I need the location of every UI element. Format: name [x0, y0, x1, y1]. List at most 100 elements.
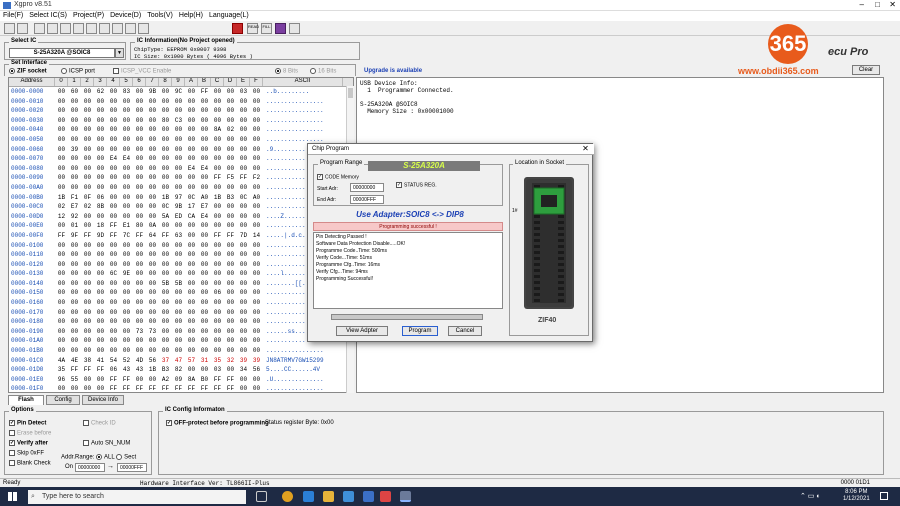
- end-adr-field[interactable]: 00000FFF: [350, 195, 384, 204]
- menu-item-0[interactable]: File(F): [3, 12, 23, 19]
- hex-row[interactable]: 0000-0060 00 39 00 00 00 00 00 00 00 00 00 00 00 00 00 0…: [9, 145, 353, 155]
- hex-row[interactable]: 0000-0100 00 00 00 00 00 00 00 00 00 00 00 00 00 00 00 0…: [9, 241, 353, 251]
- hex-row[interactable]: 0000-00D0 12 92 00 00 00 00 00 00 5A ED CA E4 00 00 00 0…: [9, 212, 353, 222]
- verify-icon[interactable]: [60, 23, 71, 34]
- addr-to-field[interactable]: 00000FFF: [117, 463, 147, 472]
- windows-start-icon[interactable]: [8, 492, 17, 501]
- hex-row[interactable]: 0000-01A0 00 00 00 00 00 00 00 00 00 00 00 00 00 00 00 0…: [9, 336, 353, 346]
- tab-device-info[interactable]: Device Info: [82, 395, 124, 405]
- tab-flash[interactable]: Flash: [8, 395, 44, 405]
- off-protect-checkbox[interactable]: ✓ OFF-protect before programming: [166, 420, 269, 427]
- hex-row[interactable]: 0000-0030 00 00 00 00 00 00 00 00 80 C3 00 00 00 00 00 0…: [9, 116, 353, 126]
- addr-from-field[interactable]: 00000000: [75, 463, 105, 472]
- read-data-icon[interactable]: READ: [247, 23, 259, 34]
- erase-icon[interactable]: [86, 23, 97, 34]
- hex-row[interactable]: 0000-0130 00 00 00 00 6C 9E 00 00 00 00 00 00 00 00 00 0…: [9, 269, 353, 279]
- scroll-thumb[interactable]: [348, 88, 353, 98]
- menu-item-2[interactable]: Project(P): [73, 12, 104, 19]
- hex-editor[interactable]: Address 0 1 2 3 4 5 6 7 8 9 A B C D E F ASCII 0000-0000 00…: [8, 77, 354, 393]
- hex-row[interactable]: 0000-00C0 02 E7 02 8B 00 00 00 00 0C 9B 17 E7 00 00 00 0…: [9, 202, 353, 212]
- hex-row[interactable]: 0000-0110 00 00 00 00 00 00 00 00 00 00 00 00 00 00 00 0…: [9, 250, 353, 260]
- chip-icon[interactable]: [34, 23, 45, 34]
- hex-row[interactable]: 0000-0070 00 00 00 00 E4 E4 00 00 00 00 00 00 00 00 00 0…: [9, 154, 353, 164]
- hex-row[interactable]: 0000-00A0 00 00 00 00 00 00 00 00 00 00 00 00 00 00 00 0…: [9, 183, 353, 193]
- blank-check-checkbox[interactable]: Blank Check: [9, 460, 51, 467]
- maximize-icon[interactable]: □: [875, 0, 880, 9]
- folder-icon[interactable]: [323, 491, 334, 502]
- menu-item-1[interactable]: Select IC(S): [29, 12, 67, 19]
- select-ic-combo[interactable]: S-25A320A @SOIC8: [9, 48, 115, 58]
- cancel-button[interactable]: Cancel: [448, 326, 482, 336]
- hex-row[interactable]: 0000-0010 00 00 00 00 00 00 00 00 00 00 00 00 00 00 00 0…: [9, 97, 353, 107]
- menu-item-4[interactable]: Tools(V): [147, 12, 173, 19]
- id-icon[interactable]: [125, 23, 136, 34]
- blank-icon[interactable]: [99, 23, 110, 34]
- save-icon[interactable]: [17, 23, 28, 34]
- bits16-radio[interactable]: 16 Bits: [310, 68, 336, 75]
- hex-row[interactable]: 0000-0020 00 00 00 00 00 00 00 00 00 00 00 00 00 00 00 0…: [9, 106, 353, 116]
- hex-row[interactable]: 0000-0120 00 00 00 00 00 00 00 00 00 00 00 00 00 00 00 0…: [9, 260, 353, 270]
- hex-row[interactable]: 0000-0190 00 00 00 00 00 00 73 73 00 00 00 00 00 00 00 0…: [9, 327, 353, 337]
- menu-item-3[interactable]: Device(D): [110, 12, 141, 19]
- hex-row[interactable]: 0000-01C0 4A 4E 38 41 54 52 4D 56 37 47 57 31 35 32 39 3…: [9, 356, 353, 366]
- register-icon[interactable]: [275, 23, 286, 34]
- status-reg-checkbox[interactable]: ✓ STATUS REG.: [396, 182, 437, 188]
- hex-row[interactable]: 0000-0150 00 00 00 00 00 00 00 00 00 00 00 00 06 00 00 0…: [9, 288, 353, 298]
- hex-row[interactable]: 0000-00F0 FF 9F FF 9D FF 7C FF 64 FF 63 00 00 FF FF 7D 1…: [9, 231, 353, 241]
- hex-row[interactable]: 0000-0040 00 00 00 00 00 00 00 00 00 00 00 00 8A 02 00 0…: [9, 125, 353, 135]
- hex-row[interactable]: 0000-0000 00 60 00 62 00 83 00 9B 00 9C 00 FF 00 00 03 0…: [9, 87, 353, 97]
- close-icon[interactable]: ✕: [581, 145, 590, 154]
- program-icon[interactable]: [73, 23, 84, 34]
- program-button[interactable]: Program: [402, 326, 438, 336]
- mail-icon[interactable]: [363, 491, 374, 502]
- hex-row[interactable]: 0000-0090 00 00 00 00 00 00 00 00 00 00 00 00 FF F5 FF F…: [9, 173, 353, 183]
- hex-row[interactable]: 0000-0050 00 00 00 00 00 00 00 00 00 00 00 00 00 00 00 0…: [9, 135, 353, 145]
- calc-icon[interactable]: [289, 23, 300, 34]
- hex-row[interactable]: 0000-0170 00 00 00 00 00 00 00 00 00 00 00 00 00 00 00 0…: [9, 308, 353, 318]
- hex-row[interactable]: 0000-00B0 1B F1 0F 06 00 00 00 00 1B 97 0C A0 1B B3 0C A…: [9, 193, 353, 203]
- project-icon[interactable]: [232, 23, 243, 34]
- read-icon[interactable]: [47, 23, 58, 34]
- hex-row[interactable]: 0000-0160 00 00 00 00 00 00 00 00 00 00 00 00 00 00 00 0…: [9, 298, 353, 308]
- hex-row[interactable]: 0000-0180 00 00 00 00 00 00 00 00 00 00 00 00 00 00 00 0…: [9, 317, 353, 327]
- pin-detect-checkbox[interactable]: ✓ Pin Detect: [9, 420, 46, 427]
- menu-item-6[interactable]: Language(L): [209, 12, 249, 19]
- upgrade-notice[interactable]: Upgrade is available: [364, 68, 422, 74]
- task-view-icon[interactable]: [256, 491, 267, 502]
- chevron-down-icon[interactable]: ▼: [115, 48, 124, 58]
- minimize-icon[interactable]: –: [860, 0, 864, 9]
- auto-sn-checkbox[interactable]: Auto SN_NUM: [83, 440, 130, 447]
- hex-row[interactable]: 0000-01B0 00 00 00 00 00 00 00 00 00 00 00 00 00 00 00 0…: [9, 346, 353, 356]
- hex-row[interactable]: 0000-01D0 35 FF FF FF 06 43 43 1B B3 82 00 00 03 00 34 5…: [9, 365, 353, 375]
- start-adr-field[interactable]: 00000000: [350, 183, 384, 192]
- hex-row[interactable]: 0000-01F0 00 00 00 00 FF FF FF FF FF FF FF FF FF FF 00 0…: [9, 384, 353, 392]
- icsp-radio[interactable]: ICSP port: [61, 68, 95, 75]
- all-radio[interactable]: [96, 454, 103, 460]
- sect-radio[interactable]: [116, 454, 123, 460]
- icsp-vcc-checkbox[interactable]: ICSP_VCC Enable: [113, 68, 171, 75]
- edge-icon[interactable]: [303, 491, 314, 502]
- clear-button[interactable]: Clear: [852, 65, 880, 75]
- hex-row[interactable]: 0000-01E0 96 55 00 00 FF FF 00 00 A2 09 8A B0 FF FF 00 0…: [9, 375, 353, 385]
- close-icon[interactable]: ✕: [889, 0, 896, 9]
- protect-icon[interactable]: [112, 23, 123, 34]
- clock[interactable]: 8:06 PM 1/12/2021: [843, 489, 870, 503]
- bits8-radio[interactable]: 8 Bits: [275, 68, 298, 75]
- tray-icons[interactable]: ⌃ ▭ ◐: [800, 492, 821, 500]
- view-adapter-button[interactable]: View Adpter: [336, 326, 388, 336]
- fill-data-icon[interactable]: FILL: [261, 23, 272, 34]
- xgpro-taskbar-icon[interactable]: [400, 491, 411, 502]
- app-red-icon[interactable]: [380, 491, 391, 502]
- zif-radio[interactable]: ZIF socket: [9, 68, 47, 75]
- check-id-checkbox[interactable]: Check ID: [83, 420, 116, 427]
- tab-config[interactable]: Config: [46, 395, 80, 405]
- hex-row[interactable]: 0000-0140 00 00 00 00 00 00 00 00 5B 5B 00 00 00 00 00 0…: [9, 279, 353, 289]
- menu-item-5[interactable]: Help(H): [179, 12, 203, 19]
- code-memory-checkbox[interactable]: ✓ CODE Memory: [317, 174, 359, 180]
- hex-row[interactable]: 0000-00E0 00 01 00 18 FF E1 80 0A 00 00 00 00 00 00 00 0…: [9, 221, 353, 231]
- verify-after-checkbox[interactable]: ✓ Verify after: [9, 440, 48, 447]
- taskbar-search[interactable]: Type here to search: [28, 490, 246, 504]
- open-icon[interactable]: [4, 23, 15, 34]
- hex-row[interactable]: 0000-0080 00 00 00 00 00 00 00 00 00 00 E4 E4 00 00 00 0…: [9, 164, 353, 174]
- skip-ff-checkbox[interactable]: Skip 0xFF: [9, 450, 44, 457]
